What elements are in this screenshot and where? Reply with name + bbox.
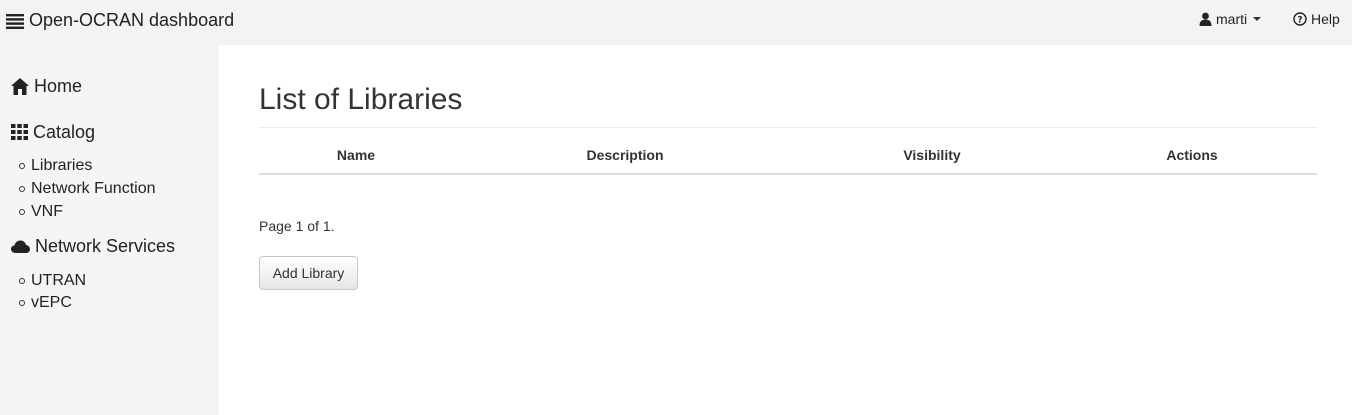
main-content: List of Libraries Name Description Visib… <box>219 45 1352 415</box>
top-navbar: Open-OCRAN dashboard marti ? Help <box>0 0 1352 45</box>
sidebar-item-label: VNF <box>31 203 63 220</box>
bullet-icon <box>19 209 25 215</box>
column-header-visibility[interactable]: Visibility <box>903 147 960 163</box>
bullet-icon <box>19 186 25 192</box>
sidebar-item-utran[interactable]: UTRAN <box>19 271 86 291</box>
sidebar-item-label: Libraries <box>31 157 93 174</box>
svg-text:?: ? <box>1297 15 1302 25</box>
sidebar-item-label: UTRAN <box>31 272 87 289</box>
help-label: Help <box>1311 11 1340 27</box>
grid-icon <box>11 124 28 140</box>
pagination-text: Page 1 of 1. <box>259 218 335 234</box>
page-title: List of Libraries <box>259 83 463 116</box>
user-menu[interactable]: marti <box>1199 9 1262 29</box>
home-icon <box>11 77 29 95</box>
user-icon <box>1199 12 1212 26</box>
sidebar-section-catalog[interactable]: Catalog <box>11 120 95 144</box>
app-title: Open-OCRAN dashboard <box>29 9 235 30</box>
sidebar-section-label: Network Services <box>35 235 176 256</box>
help-link[interactable]: ? Help <box>1293 9 1340 29</box>
bullet-icon <box>19 278 25 284</box>
column-header-name[interactable]: Name <box>337 147 375 163</box>
sidebar-item-home[interactable]: Home <box>11 74 82 98</box>
user-name: marti <box>1216 11 1248 27</box>
app-brand[interactable]: Open-OCRAN dashboard <box>6 8 234 32</box>
column-header-actions[interactable]: Actions <box>1166 147 1217 163</box>
sidebar-item-network-function[interactable]: Network Function <box>19 179 156 199</box>
question-circle-icon: ? <box>1293 12 1307 26</box>
sidebar-item-vnf[interactable]: VNF <box>19 202 63 222</box>
sidebar-item-label: Home <box>34 75 83 96</box>
sidebar: Home Catalog Libraries Network Function … <box>0 45 218 415</box>
column-header-description[interactable]: Description <box>586 147 663 163</box>
bullet-icon <box>19 163 25 169</box>
sidebar-item-label: Network Function <box>31 180 156 197</box>
hamburger-menu-icon <box>6 13 24 29</box>
divider <box>259 127 1317 128</box>
sidebar-item-vepc[interactable]: vEPC <box>19 293 72 313</box>
sidebar-section-label: Catalog <box>33 121 96 142</box>
add-library-button[interactable]: Add Library <box>259 256 358 290</box>
libraries-table-header: Name Description Visibility Actions <box>259 141 1317 175</box>
sidebar-item-label: vEPC <box>31 294 72 311</box>
sidebar-item-libraries[interactable]: Libraries <box>19 156 92 176</box>
bullet-icon <box>19 300 25 306</box>
chevron-down-icon <box>1253 17 1262 21</box>
sidebar-section-network-services[interactable]: Network Services <box>11 234 175 258</box>
cloud-icon <box>11 240 30 253</box>
